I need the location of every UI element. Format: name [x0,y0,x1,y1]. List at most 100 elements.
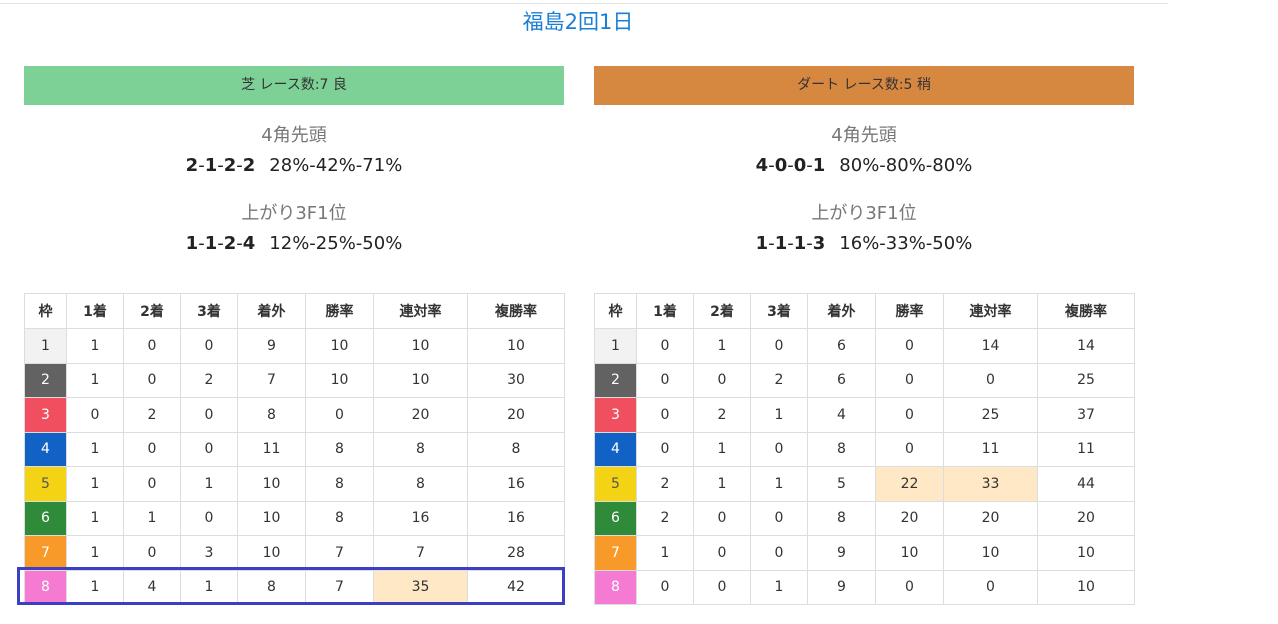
column-header: 着外 [807,293,876,329]
table-row: 2 0 0 2 6 0 0 25 [594,362,1135,398]
frame-number-cell: 7 [594,535,637,571]
frame-number-cell: 1 [24,328,67,364]
stat-cell: 20 [1037,500,1135,536]
stat-cell: 20 [875,500,944,536]
stat-cell: 1 [750,466,808,502]
corner-lead-record: 4-0-0-1 [755,155,826,176]
stat-cell: 0 [123,328,181,364]
stat-cell: 0 [750,500,808,536]
stat-cell: 0 [693,569,751,605]
stat-cell: 0 [750,328,808,364]
page-title[interactable]: 福島2回1日 [0,6,1156,36]
table-row: 8 1 4 1 8 7 35 42 [24,569,565,605]
turf-banner: 芝 レース数:7 良 [24,66,564,105]
frame-number-cell: 8 [594,569,637,605]
stat-cell: 10 [237,466,306,502]
corner-lead-record: 2-1-2-2 [185,155,256,176]
stat-cell: 2 [123,397,181,433]
frame-number-cell: 2 [594,362,637,398]
last3f-title: 上がり3F1位 [241,203,347,224]
turf-panel: 芝 レース数:7 良 4角先頭 2-1-2-2 28%-42%-71% 上がり3F… [24,66,565,605]
stat-cell: 0 [66,397,124,433]
stat-cell: 16 [467,466,565,502]
stat-cell: 1 [66,431,124,467]
stat-cell: 28 [467,535,565,571]
stat-cell: 20 [943,500,1038,536]
stat-cell: 7 [305,569,374,605]
stat-cell: 10 [237,500,306,536]
stat-cell: 0 [636,397,694,433]
stat-cell: 1 [693,466,751,502]
frame-number-cell: 8 [24,569,67,605]
stat-cell: 10 [305,362,374,398]
frame-number-cell: 3 [24,397,67,433]
stat-cell: 5 [807,466,876,502]
stat-cell: 8 [373,431,468,467]
frame-number-cell: 1 [594,328,637,364]
stat-cell: 10 [1037,535,1135,571]
column-header: 勝率 [875,293,944,329]
dirt-frame-stats-table: 枠 1着 2着 3着 着外 勝率 連対率 複勝率 1 0 1 0 6 0 14 14 2 0 0 2 6 0 0 25 3 0 2… [594,293,1135,605]
last3f-record: 1-1-2-4 [185,233,256,254]
column-header: 2着 [693,293,751,329]
stat-cell: 3 [180,535,238,571]
corner-lead-percent: 80%-80%-80% [839,155,973,176]
stat-cell: 14 [943,328,1038,364]
stat-cell: 9 [807,569,876,605]
stat-cell: 2 [750,362,808,398]
stat-cell: 0 [750,535,808,571]
frame-number-cell: 6 [594,500,637,536]
stat-cell: 10 [875,535,944,571]
corner-lead-title: 4角先頭 [831,125,897,146]
top-divider [0,3,1168,4]
frame-number-cell: 7 [24,535,67,571]
stat-cell: 9 [807,535,876,571]
table-row: 7 1 0 3 10 7 7 28 [24,535,565,571]
last3f-stats: 1-1-2-4 12%-25%-50% [24,233,564,257]
stat-cell: 0 [123,431,181,467]
column-header: 2着 [123,293,181,329]
frame-number-cell: 4 [24,431,67,467]
stat-cell: 35 [373,569,468,605]
table-row: 4 1 0 0 11 8 8 8 [24,431,565,467]
frame-number-cell: 5 [594,466,637,502]
table-header-row: 枠 1着 2着 3着 着外 勝率 連対率 複勝率 [594,293,1135,329]
stat-cell: 8 [807,500,876,536]
last3f-percent: 16%-33%-50% [839,233,973,254]
stat-cell: 1 [123,500,181,536]
frame-number-cell: 6 [24,500,67,536]
column-header: 枠 [24,293,67,329]
frame-number-cell: 4 [594,431,637,467]
stat-cell: 1 [693,431,751,467]
stat-cell: 10 [467,328,565,364]
stat-cell: 0 [636,328,694,364]
column-header: 複勝率 [1037,293,1135,329]
stat-cell: 7 [373,535,468,571]
table-row: 5 2 1 1 5 22 33 44 [594,466,1135,502]
stat-cell: 8 [237,569,306,605]
stat-cell: 44 [1037,466,1135,502]
stat-cell: 0 [180,328,238,364]
stat-cell: 0 [875,397,944,433]
stat-cell: 9 [237,328,306,364]
column-header: 1着 [66,293,124,329]
stat-cell: 2 [636,466,694,502]
column-header: 連対率 [373,293,468,329]
stat-cell: 8 [807,431,876,467]
stat-cell: 22 [875,466,944,502]
stat-cell: 0 [875,569,944,605]
table-row: 1 0 1 0 6 0 14 14 [594,328,1135,364]
stat-cell: 6 [807,328,876,364]
column-header: 枠 [594,293,637,329]
last3f-stats: 1-1-1-3 16%-33%-50% [594,233,1134,257]
stat-cell: 8 [373,466,468,502]
stat-cell: 10 [373,362,468,398]
stat-cell: 33 [943,466,1038,502]
stat-cell: 1 [66,466,124,502]
stat-cell: 10 [237,535,306,571]
stat-cell: 8 [467,431,565,467]
table-header-row: 枠 1着 2着 3着 着外 勝率 連対率 複勝率 [24,293,565,329]
stat-cell: 14 [1037,328,1135,364]
stat-cell: 0 [123,466,181,502]
stat-cell: 8 [305,500,374,536]
